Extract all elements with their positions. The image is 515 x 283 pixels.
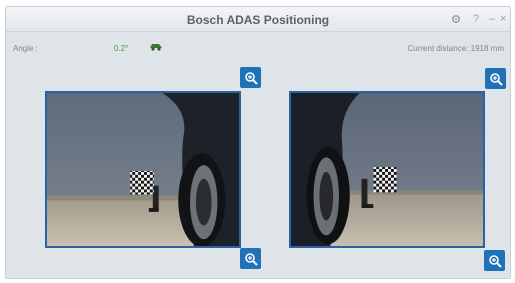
adas-positioning-window: Bosch ADAS Positioning ? – × Angle : 0.2… — [5, 6, 511, 279]
angle-label: Angle : — [13, 44, 38, 53]
zoom-in-icon — [244, 252, 258, 266]
close-button[interactable]: × — [500, 12, 506, 26]
help-button[interactable]: ? — [473, 12, 479, 26]
gear-icon[interactable] — [451, 12, 461, 28]
window-title: Bosch ADAS Positioning — [186, 13, 330, 27]
minimize-button[interactable]: – — [489, 12, 495, 26]
current-distance: Current distance: 1918 mm — [407, 44, 505, 53]
right-camera-view[interactable] — [289, 91, 485, 248]
zoom-button-right-bottom[interactable] — [484, 250, 505, 271]
title-bar: Bosch ADAS Positioning ? – × — [6, 7, 510, 32]
zoom-button-left-top[interactable] — [240, 67, 261, 88]
angle-value: 0.2° — [114, 44, 129, 53]
left-camera-view[interactable] — [45, 91, 241, 248]
info-bar: Angle : 0.2° Current distance: 1918 mm — [6, 33, 510, 67]
zoom-button-left-bottom[interactable] — [240, 248, 261, 269]
zoom-in-icon — [244, 71, 258, 85]
left-camera-image — [47, 93, 239, 246]
zoom-in-icon — [489, 72, 503, 86]
zoom-button-right-top[interactable] — [485, 68, 506, 89]
zoom-in-icon — [488, 254, 502, 268]
right-camera-image — [291, 93, 483, 246]
car-icon — [150, 44, 162, 51]
